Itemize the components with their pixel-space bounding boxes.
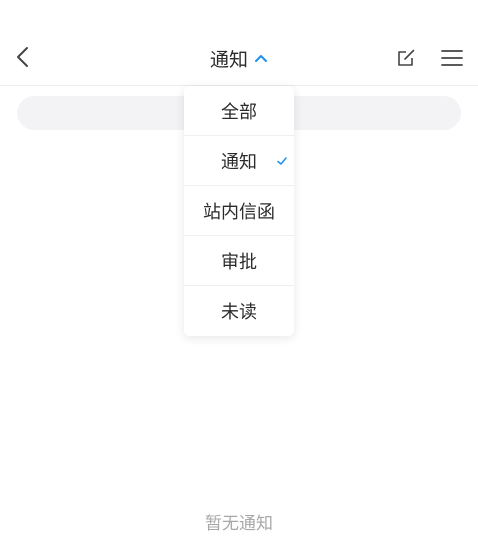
filter-dropdown: 全部 通知 站内信函 审批 未读 bbox=[184, 86, 294, 336]
empty-state-text: 暂无通知 bbox=[205, 514, 273, 534]
chevron-left-icon bbox=[17, 47, 28, 67]
check-icon bbox=[277, 156, 287, 165]
filter-toggle[interactable]: 通知 bbox=[210, 45, 268, 72]
filter-item-label: 未读 bbox=[221, 302, 257, 323]
filter-item-inbox[interactable]: 站内信函 bbox=[184, 186, 294, 236]
filter-item-label: 审批 bbox=[221, 251, 257, 273]
filter-item-label: 通知 bbox=[221, 151, 257, 173]
filter-item-approval[interactable]: 审批 bbox=[184, 236, 294, 286]
filter-item-label: 站内信函 bbox=[203, 201, 275, 223]
filter-item-notice[interactable]: 通知 bbox=[184, 136, 294, 186]
edit-icon bbox=[398, 49, 415, 66]
menu-button[interactable] bbox=[437, 44, 467, 72]
menu-icon bbox=[441, 50, 463, 66]
back-button[interactable] bbox=[6, 40, 40, 74]
edit-button[interactable] bbox=[392, 44, 420, 72]
filter-item-unread[interactable]: 未读 bbox=[184, 286, 294, 336]
filter-item-label: 全部 bbox=[221, 101, 257, 123]
page-title: 通知 bbox=[209, 48, 248, 71]
top-bar: 通知 bbox=[0, 0, 478, 86]
filter-item-all[interactable]: 全部 bbox=[184, 86, 294, 136]
chevron-up-icon bbox=[255, 55, 267, 62]
